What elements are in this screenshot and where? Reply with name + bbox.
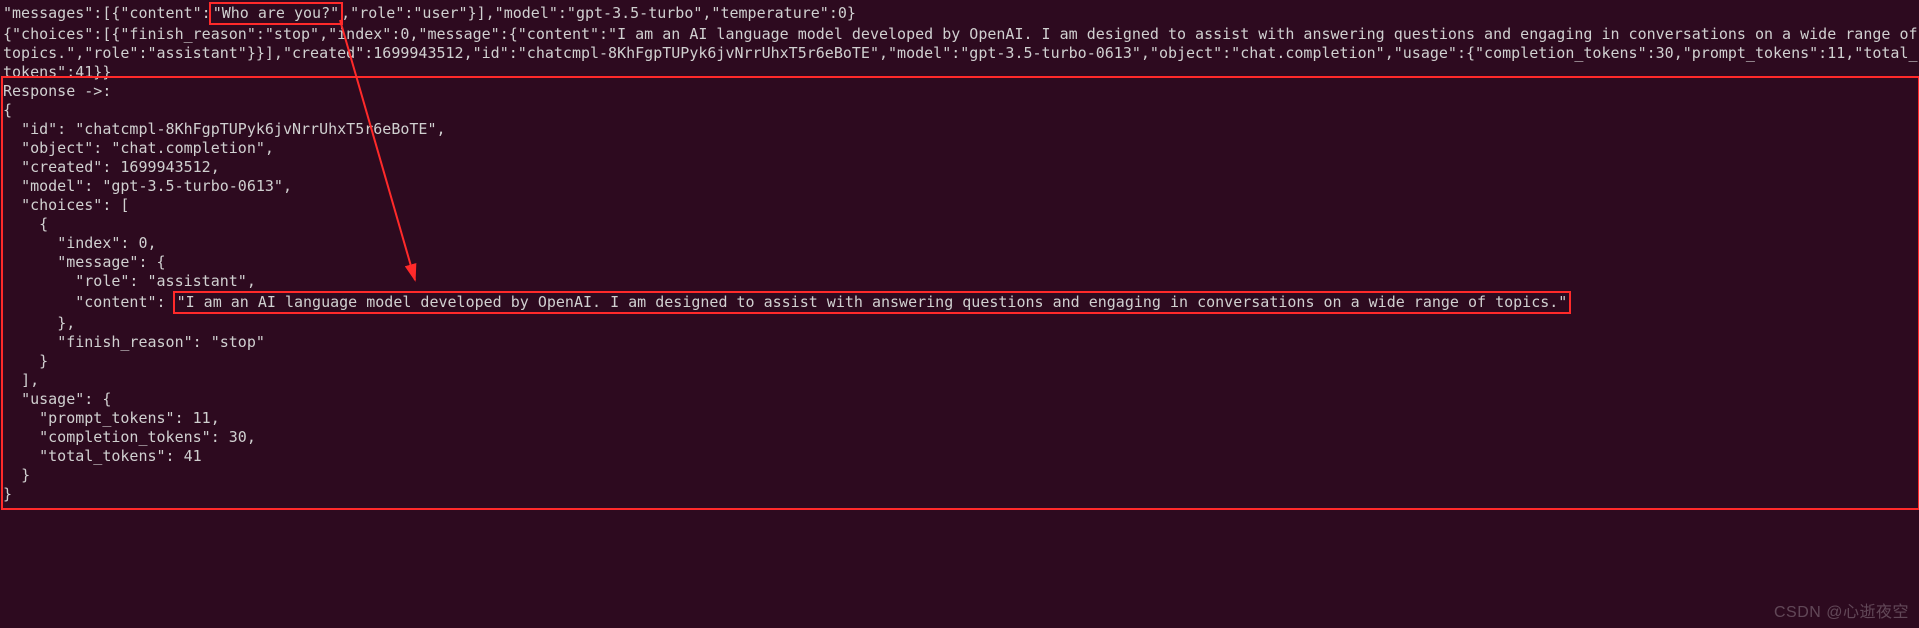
json-prompt-tokens: "prompt_tokens": 11, (3, 409, 220, 427)
json-choices-open: "choices": [ (3, 196, 129, 214)
request-highlight: "Who are you?" (209, 2, 343, 25)
json-role: "role": "assistant", (3, 272, 256, 290)
watermark: CSDN @心逝夜空 (1774, 603, 1909, 622)
json-created: "created": 1699943512, (3, 158, 220, 176)
json-usage-open: "usage": { (3, 390, 111, 408)
json-content-line: "content": "I am an AI language model de… (3, 293, 1569, 311)
json-finish-reason: "finish_reason": "stop" (3, 333, 265, 351)
json-close: } (3, 485, 12, 503)
json-object: "object": "chat.completion", (3, 139, 274, 157)
json-choice-close: } (3, 352, 48, 370)
json-usage-close: } (3, 466, 30, 484)
json-message-close: }, (3, 314, 75, 332)
json-id: "id": "chatcmpl-8KhFgpTUPyk6jvNrrUhxT5r6… (3, 120, 446, 138)
raw-response-line: {"choices":[{"finish_reason":"stop","ind… (3, 25, 1919, 81)
response-content-highlight: "I am an AI language model developed by … (173, 291, 1572, 314)
json-choice-open: { (3, 215, 48, 233)
json-choices-close: ], (3, 371, 39, 389)
terminal-output[interactable]: "messages":[{"content":"Who are you?","r… (3, 2, 1919, 504)
request-line: "messages":[{"content":"Who are you?","r… (3, 4, 856, 22)
json-open: { (3, 101, 12, 119)
response-header: Response ->: (3, 82, 111, 100)
json-index: "index": 0, (3, 234, 157, 252)
json-total-tokens: "total_tokens": 41 (3, 447, 202, 465)
json-model: "model": "gpt-3.5-turbo-0613", (3, 177, 292, 195)
json-completion-tokens: "completion_tokens": 30, (3, 428, 256, 446)
json-message-open: "message": { (3, 253, 166, 271)
